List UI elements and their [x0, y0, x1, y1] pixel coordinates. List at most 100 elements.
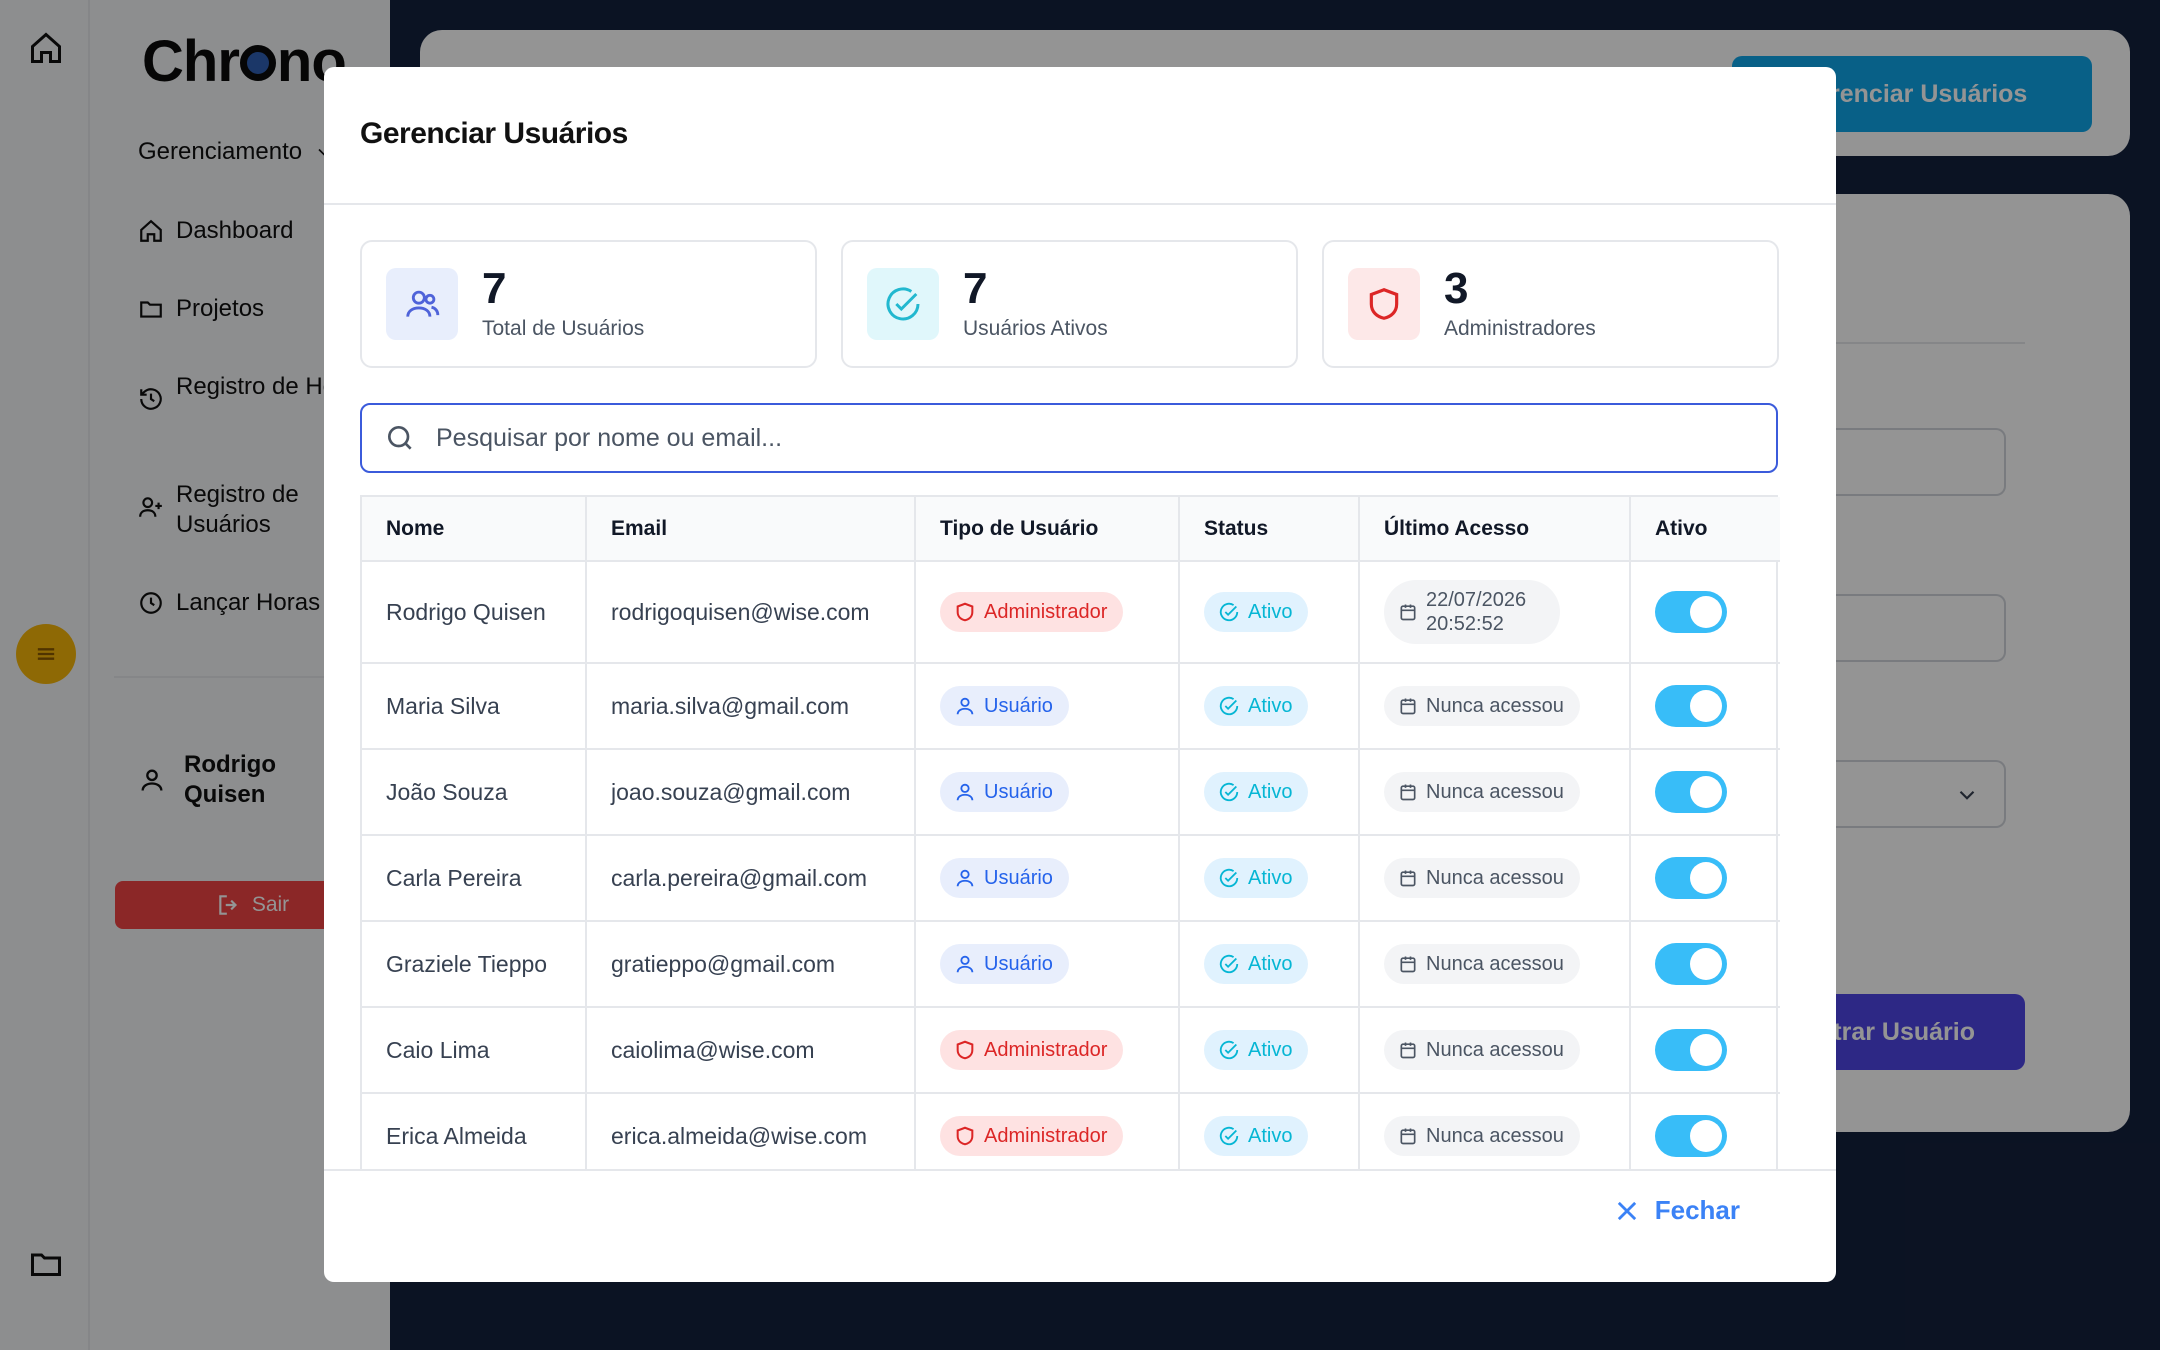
cell-name: Rodrigo Quisen: [362, 561, 587, 664]
active-toggle[interactable]: [1655, 591, 1727, 633]
cell-status: Ativo: [1179, 1093, 1360, 1169]
last-access-badge: Nunca acessou: [1384, 944, 1580, 984]
user-type-badge: Usuário: [940, 772, 1069, 812]
status-badge: Ativo: [1204, 686, 1309, 726]
cell-active: [1630, 749, 1780, 836]
check-circle-icon: [1219, 868, 1239, 888]
table-row: Rodrigo Quisen rodrigoquisen@wise.com Admi…: [362, 561, 1780, 664]
cell-type: Administrador: [915, 1093, 1180, 1169]
search-input[interactable]: [436, 423, 1736, 453]
table-row: Erica Almeida erica.almeida@wise.com Admin…: [362, 1093, 1780, 1169]
badge-label: Usuário: [984, 694, 1053, 717]
badge-label: Administrador: [984, 600, 1108, 623]
cell-name: Maria Silva: [362, 663, 587, 750]
status-badge: Ativo: [1204, 1030, 1309, 1070]
cell-name: Carla Pereira: [362, 835, 587, 922]
active-toggle[interactable]: [1655, 943, 1727, 985]
cell-status: Ativo: [1179, 749, 1360, 836]
column-header-type[interactable]: Tipo de Usuário: [915, 497, 1180, 562]
user-icon: [956, 697, 974, 715]
cell-last-access: 22/07/2026 20:52:52: [1359, 561, 1631, 664]
cell-name: Graziele Tieppo: [362, 921, 587, 1008]
table-row: Caio Lima caiolima@wise.com Administrador A…: [362, 1007, 1780, 1094]
user-icon: [956, 869, 974, 887]
check-circle-icon: [867, 268, 939, 340]
last-access-badge: Nunca acessou: [1384, 686, 1580, 726]
calendar-icon: [1400, 604, 1416, 621]
cell-last-access: Nunca acessou: [1359, 835, 1631, 922]
badge-label: Ativo: [1248, 780, 1293, 803]
user-type-badge: Usuário: [940, 944, 1069, 984]
cell-email: carla.pereira@gmail.com: [586, 835, 916, 922]
active-toggle[interactable]: [1655, 685, 1727, 727]
stat-value: 7: [482, 264, 507, 313]
column-header-email[interactable]: Email: [586, 497, 916, 562]
cell-type: Usuário: [915, 835, 1180, 922]
last-access-badge: Nunca acessou: [1384, 772, 1580, 812]
active-toggle[interactable]: [1655, 771, 1727, 813]
cell-name: Caio Lima: [362, 1007, 587, 1094]
modal-footer: Fechar: [324, 1169, 1836, 1282]
badge-label: Administrador: [984, 1038, 1108, 1061]
cell-status: Ativo: [1179, 663, 1360, 750]
last-access-badge: Nunca acessou: [1384, 1116, 1580, 1156]
stat-total-users: 7 Total de Usuários: [360, 240, 817, 368]
badge-label: Ativo: [1248, 952, 1293, 975]
last-access-badge: Nunca acessou: [1384, 1030, 1580, 1070]
cell-name: Erica Almeida: [362, 1093, 587, 1169]
stat-admins: 3 Administradores: [1322, 240, 1779, 368]
cell-status: Ativo: [1179, 561, 1360, 664]
active-toggle[interactable]: [1655, 1029, 1727, 1071]
check-circle-icon: [1219, 954, 1239, 974]
cell-type: Administrador: [915, 1007, 1180, 1094]
badge-label: Nunca acessou: [1426, 694, 1564, 717]
column-header-active[interactable]: Ativo: [1630, 497, 1780, 562]
active-toggle[interactable]: [1655, 1115, 1727, 1157]
column-header-last-access[interactable]: Último Acesso: [1359, 497, 1631, 562]
manage-users-modal: Gerenciar Usuários 7 Total de Usuários 7…: [324, 67, 1836, 1282]
shield-icon: [956, 1040, 974, 1060]
user-type-badge: Usuário: [940, 686, 1069, 726]
calendar-icon: [1400, 956, 1416, 973]
table-row: Carla Pereira carla.pereira@gmail.com Usuá…: [362, 835, 1780, 922]
badge-label: Ativo: [1248, 694, 1293, 717]
cell-last-access: Nunca acessou: [1359, 749, 1631, 836]
cell-email: joao.souza@gmail.com: [586, 749, 916, 836]
badge-label: Ativo: [1248, 1124, 1293, 1147]
badge-label: Nunca acessou: [1426, 780, 1564, 803]
calendar-icon: [1400, 1128, 1416, 1145]
column-header-status[interactable]: Status: [1179, 497, 1360, 562]
cell-active: [1630, 663, 1780, 750]
cell-last-access: Nunca acessou: [1359, 1093, 1631, 1169]
close-button[interactable]: Fechar: [1613, 1195, 1740, 1226]
calendar-icon: [1400, 1042, 1416, 1059]
calendar-icon: [1400, 698, 1416, 715]
badge-label: Administrador: [984, 1124, 1108, 1147]
search-box: [360, 403, 1778, 473]
last-access-badge: 22/07/2026 20:52:52: [1384, 580, 1560, 644]
badge-label: Nunca acessou: [1426, 866, 1564, 889]
user-type-badge: Administrador: [940, 1030, 1124, 1070]
cell-name: João Souza: [362, 749, 587, 836]
status-badge: Ativo: [1204, 944, 1309, 984]
cell-type: Usuário: [915, 663, 1180, 750]
badge-label: Ativo: [1248, 1038, 1293, 1061]
modal-title: Gerenciar Usuários: [360, 117, 628, 150]
table-row: Graziele Tieppo gratieppo@gmail.com Usuári…: [362, 921, 1780, 1008]
close-label: Fechar: [1654, 1195, 1740, 1225]
cell-email: caiolima@wise.com: [586, 1007, 916, 1094]
active-toggle[interactable]: [1655, 857, 1727, 899]
column-header-name[interactable]: Nome: [362, 497, 587, 562]
badge-label: Nunca acessou: [1426, 1038, 1564, 1061]
cell-last-access: Nunca acessou: [1359, 921, 1631, 1008]
user-type-badge: Administrador: [940, 1116, 1124, 1156]
status-badge: Ativo: [1204, 1116, 1309, 1156]
badge-label: Ativo: [1248, 600, 1293, 623]
cell-status: Ativo: [1179, 1007, 1360, 1094]
badge-label: Ativo: [1248, 866, 1293, 889]
badge-label: Nunca acessou: [1426, 952, 1564, 975]
user-type-badge: Administrador: [940, 592, 1124, 632]
stat-value: 7: [963, 264, 988, 313]
check-circle-icon: [1219, 602, 1239, 622]
badge-label: Nunca acessou: [1426, 1124, 1564, 1147]
